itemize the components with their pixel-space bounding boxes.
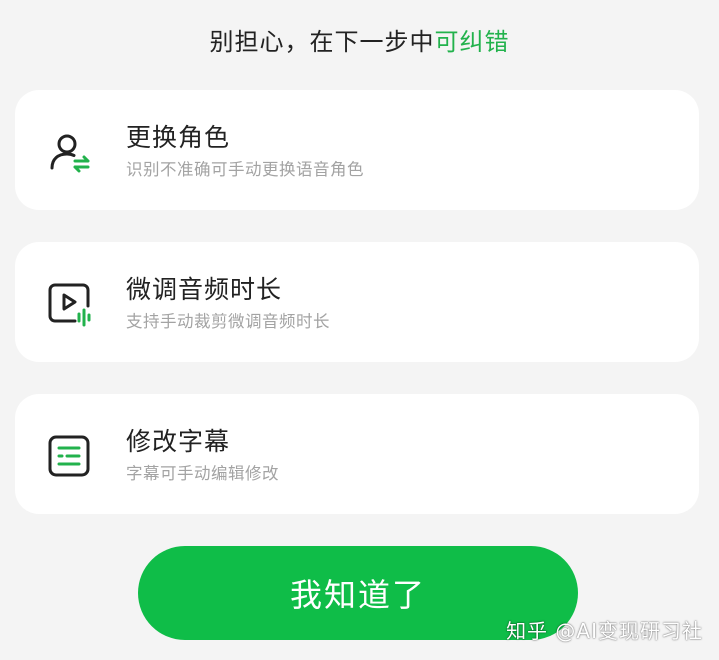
watermark: 知乎 @AI变现研习社 <box>506 619 703 643</box>
card-description: 字幕可手动编辑修改 <box>126 464 279 483</box>
card-description: 支持手动裁剪微调音频时长 <box>126 312 330 331</box>
option-card-audio-duration: 微调音频时长 支持手动裁剪微调音频时长 <box>15 242 699 362</box>
card-title: 更换角色 <box>126 123 231 152</box>
hint-accent-text: 可纠错 <box>434 28 510 56</box>
subtitle-icon <box>48 435 90 477</box>
hint-heading: 别担心，在下一步中可纠错 <box>0 22 719 57</box>
hint-text: 别担心，在下一步中 <box>209 28 435 56</box>
change-role-icon <box>50 134 90 173</box>
option-card-subtitles: 修改字幕 字幕可手动编辑修改 <box>15 394 699 514</box>
option-card-change-role: 更换角色 识别不准确可手动更换语音角色 <box>15 90 699 210</box>
card-title: 修改字幕 <box>126 427 231 456</box>
card-title: 微调音频时长 <box>126 275 283 304</box>
card-description: 识别不准确可手动更换语音角色 <box>126 160 364 179</box>
audio-duration-icon <box>48 283 91 327</box>
